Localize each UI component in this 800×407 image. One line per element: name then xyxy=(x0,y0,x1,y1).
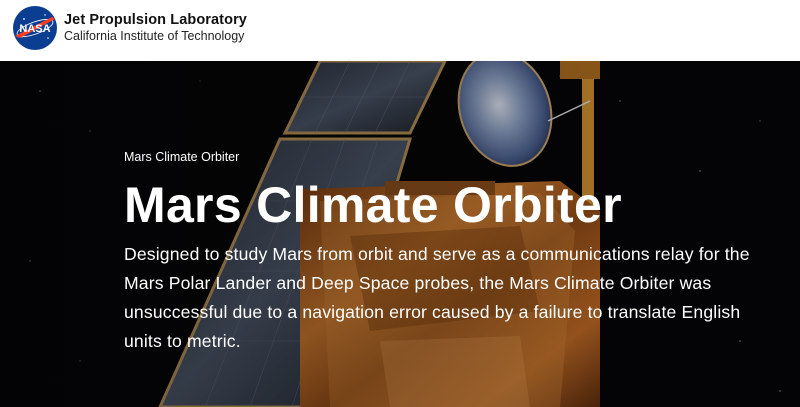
org-name: Jet Propulsion Laboratory xyxy=(64,12,247,28)
page-title: Mars Climate Orbiter xyxy=(124,177,622,233)
org-text: Jet Propulsion Laboratory California Ins… xyxy=(64,12,247,44)
nasa-logo-icon: NASA xyxy=(13,6,57,50)
org-subtitle: California Institute of Technology xyxy=(64,29,245,43)
site-header: NASA Jet Propulsion Laboratory Californi… xyxy=(0,0,800,61)
breadcrumb-link[interactable]: Mars Climate Orbiter xyxy=(124,150,239,164)
hero-banner: Mars Climate Orbiter Mars Climate Orbite… xyxy=(0,61,800,407)
nasa-logo-text: NASA xyxy=(19,23,50,35)
page-description: Designed to study Mars from orbit and se… xyxy=(124,244,750,351)
